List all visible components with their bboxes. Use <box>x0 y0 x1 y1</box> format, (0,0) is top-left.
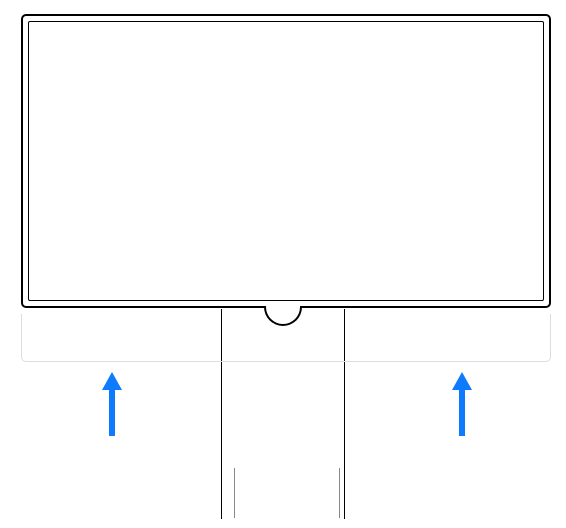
monitor-bezel-inner <box>28 21 544 301</box>
up-arrow-icon <box>100 370 124 438</box>
height-adjust-diagram <box>0 0 566 528</box>
monitor-raised <box>21 14 551 308</box>
stand-foot-edge-left <box>234 468 235 518</box>
up-arrow-icon <box>450 370 474 438</box>
stand-foot-edge-right <box>339 468 340 518</box>
